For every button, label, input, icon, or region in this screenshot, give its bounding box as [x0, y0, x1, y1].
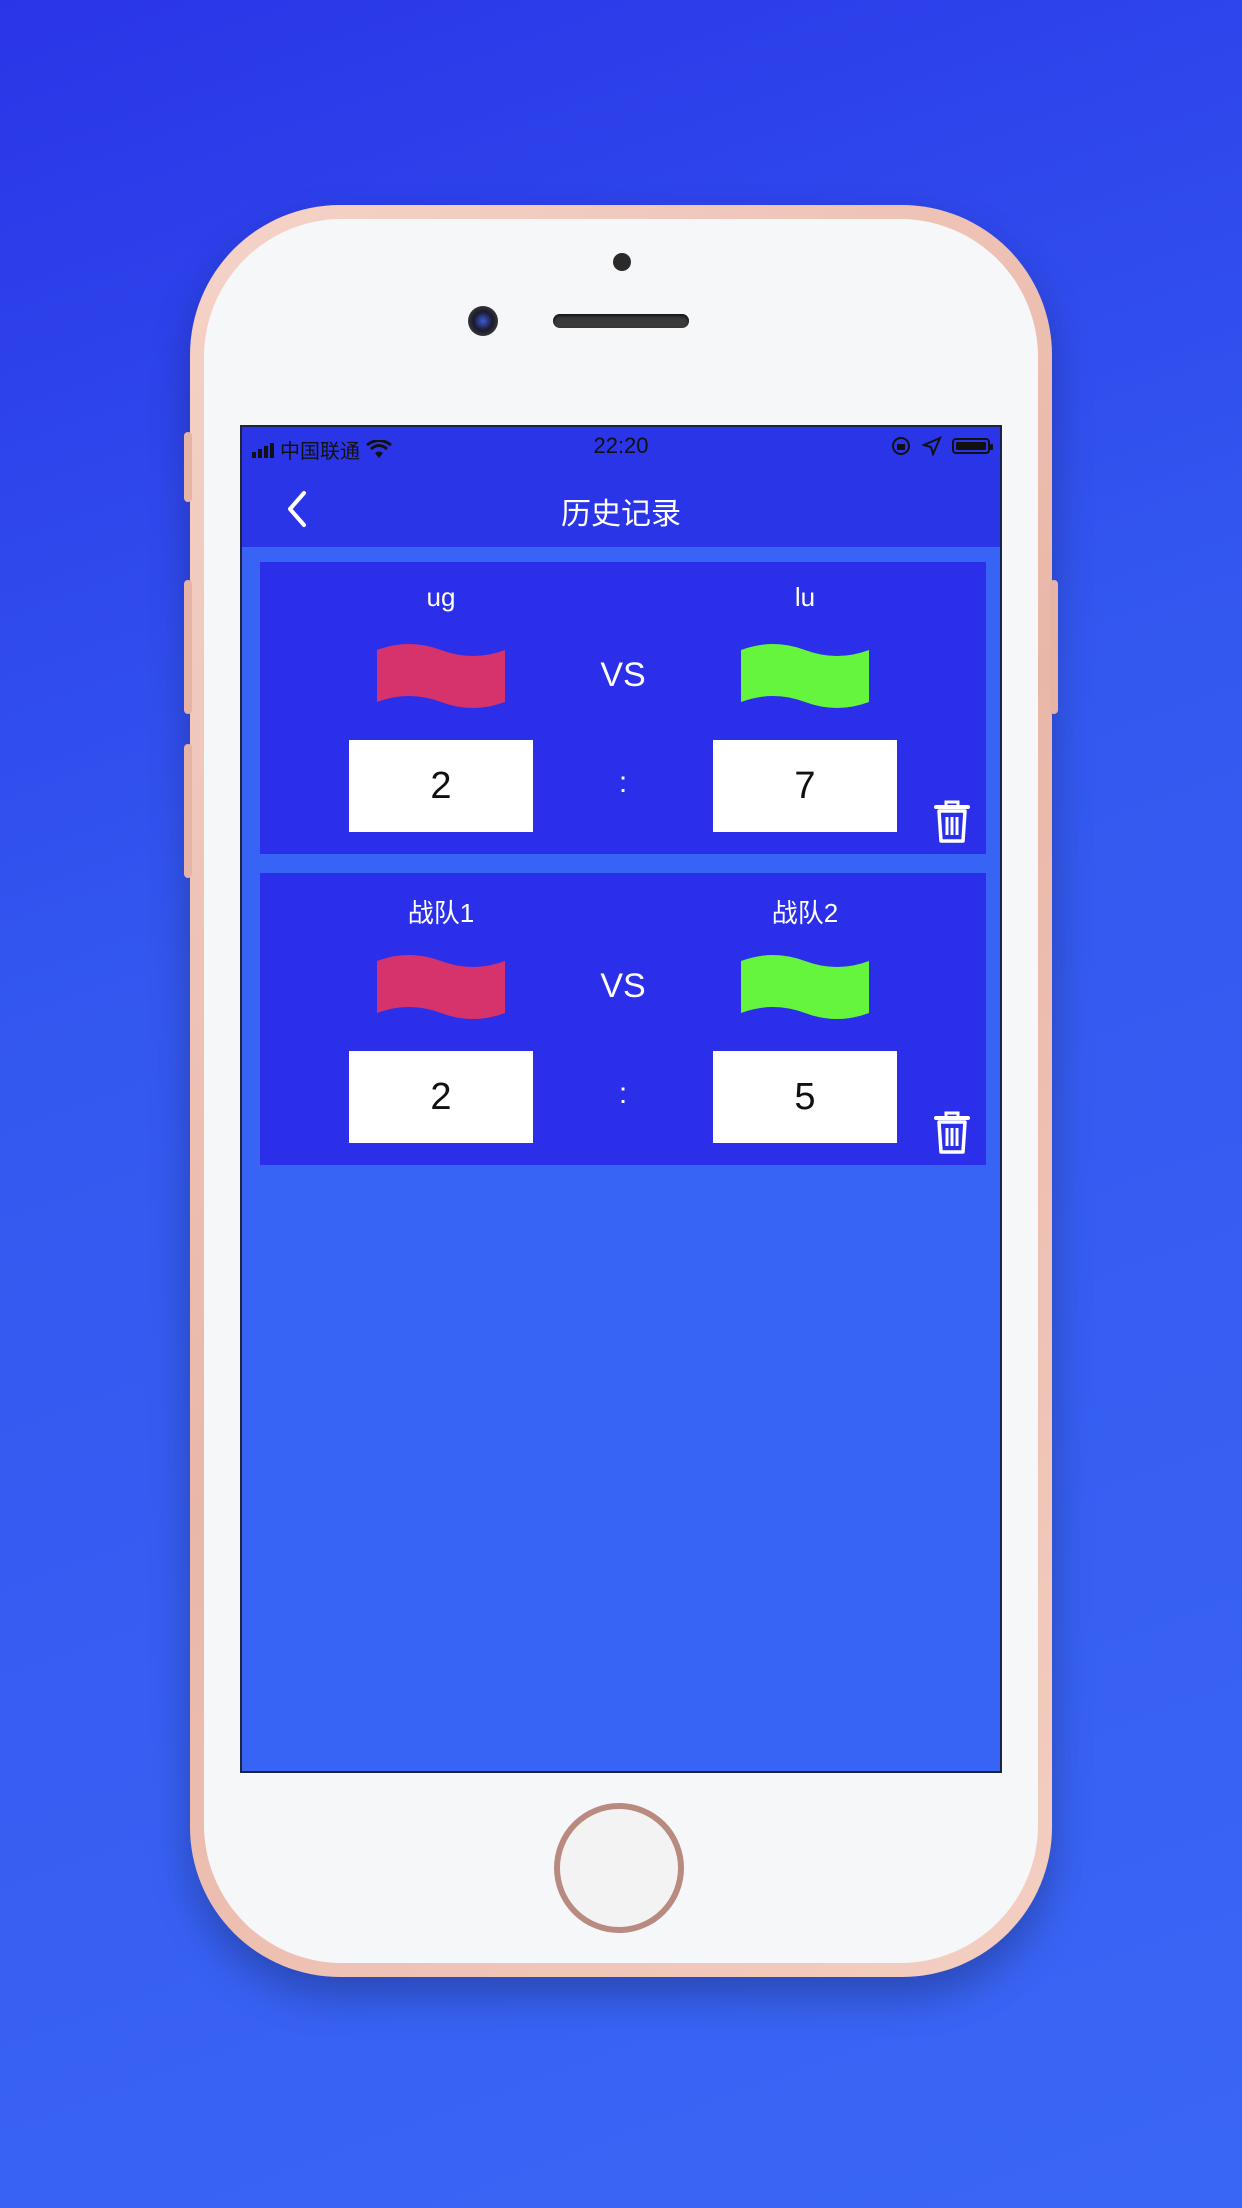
trash-icon[interactable]: [932, 798, 972, 844]
front-camera: [468, 306, 498, 336]
orientation-lock-icon: [892, 437, 910, 455]
home-button[interactable]: [554, 1803, 684, 1933]
phone-power-button: [1050, 580, 1058, 714]
app-screen: 中国联通 22:20 历史记录 ug lu VS 2 : 7 战队1 战队2 V…: [240, 425, 1002, 1773]
team2-name: lu: [794, 582, 816, 612]
team2-score: 7: [713, 740, 897, 832]
phone-volume-up: [184, 580, 192, 714]
team2-score: 5: [713, 1051, 897, 1143]
score-separator: :: [618, 1077, 628, 1110]
team1-score: 2: [349, 740, 533, 832]
team1-name: 战队1: [407, 898, 475, 928]
team2-flag-icon: [741, 955, 869, 1019]
vs-label: VS: [600, 967, 646, 1005]
team2-name: 战队2: [771, 898, 839, 928]
status-time: 22:20: [593, 433, 649, 458]
team1-name: ug: [426, 582, 456, 612]
phone-mute-switch: [184, 432, 192, 502]
location-icon: [922, 436, 942, 456]
team1-flag-icon: [377, 644, 505, 708]
vs-label: VS: [600, 656, 646, 694]
battery-icon: [952, 438, 993, 454]
nav-bar: 历史记录: [242, 467, 1000, 547]
score-separator: :: [618, 766, 628, 799]
history-record-card: ug lu VS 2 : 7: [260, 562, 986, 854]
team2-flag-icon: [741, 644, 869, 708]
status-right: [890, 435, 993, 457]
phone-volume-down: [184, 744, 192, 878]
page-title: 历史记录: [561, 498, 681, 531]
status-bar: 中国联通 22:20: [242, 427, 1000, 467]
team1-score: 2: [349, 1051, 533, 1143]
history-record-card: 战队1 战队2 VS 2 : 5: [260, 873, 986, 1165]
team1-flag-icon: [377, 955, 505, 1019]
trash-icon[interactable]: [932, 1109, 972, 1155]
proximity-sensor: [613, 253, 631, 271]
earpiece-speaker: [553, 314, 689, 328]
